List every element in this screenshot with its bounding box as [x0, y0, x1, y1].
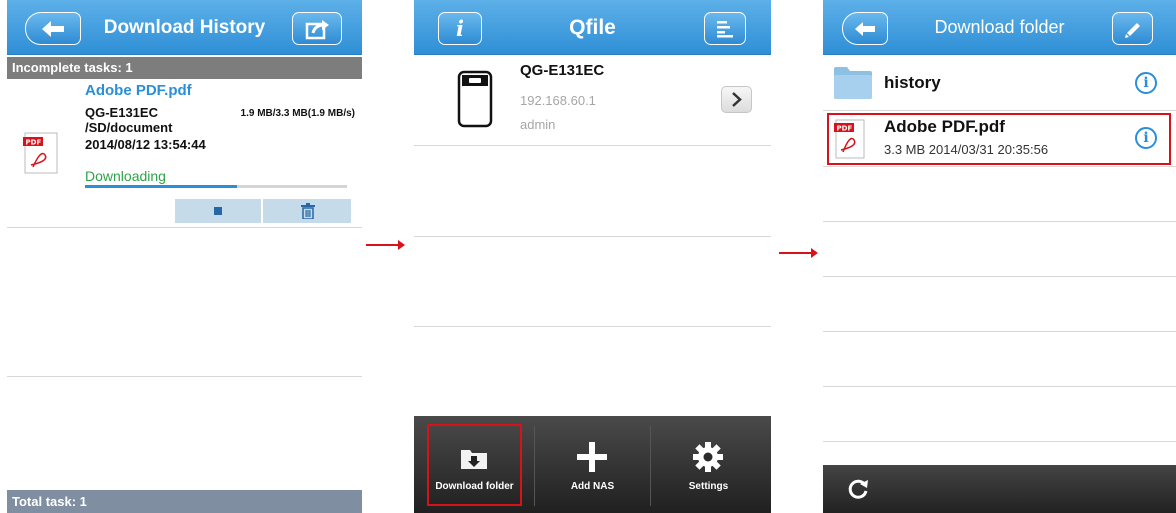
task-nas-name: QG-E131EC: [85, 105, 158, 120]
divider: [414, 236, 771, 237]
menu-button[interactable]: [704, 12, 746, 45]
tab-settings[interactable]: Settings: [650, 416, 767, 513]
bottom-toolbar: [823, 465, 1176, 513]
refresh-icon[interactable]: [846, 477, 870, 501]
total-tasks-footer: Total task: 1: [7, 490, 362, 513]
gear-icon: [693, 442, 723, 472]
qfile-home-screen: i Qfile QG-E131EC 192.168.60.1 admin Dow…: [414, 0, 771, 513]
task-size-progress: 1.9 MB/3.3 MB(1.9 MB/s): [240, 108, 355, 119]
divider: [7, 376, 362, 377]
download-history-screen: Download History Incomplete tasks: 1 PDF…: [7, 0, 362, 513]
download-progress-bar: [85, 185, 347, 188]
nav-bar: i Qfile: [414, 0, 771, 55]
edit-button[interactable]: [1112, 12, 1153, 45]
download-folder-screen: Download folder history i PDF Adobe PDF.…: [823, 0, 1176, 513]
pencil-icon: [1124, 23, 1140, 38]
nas-device-icon: [457, 70, 493, 128]
delete-button[interactable]: [265, 199, 351, 223]
trash-icon: [301, 203, 315, 220]
download-progress-fill: [85, 185, 237, 188]
nas-user: admin: [520, 117, 556, 132]
divider: [823, 441, 1176, 442]
pdf-file-icon: PDF: [23, 132, 58, 174]
flow-arrow: [779, 248, 818, 258]
divider: [823, 110, 1176, 111]
divider: [823, 386, 1176, 387]
list-item-folder[interactable]: history i: [823, 56, 1176, 110]
share-button[interactable]: [292, 12, 342, 45]
highlight-box: [827, 113, 1171, 165]
svg-text:PDF: PDF: [26, 139, 42, 147]
folder-icon: [834, 67, 872, 99]
divider: [414, 145, 771, 146]
task-action-bar: [175, 199, 351, 223]
highlight-box: [427, 424, 522, 506]
divider: [823, 166, 1176, 167]
list-menu-icon: [717, 21, 733, 38]
nas-name: QG-E131EC: [520, 62, 605, 79]
divider: [7, 227, 362, 228]
task-datetime: 2014/08/12 13:54:44: [85, 137, 206, 152]
task-status: Downloading: [85, 168, 166, 184]
divider: [823, 221, 1176, 222]
nas-ip: 192.168.60.1: [520, 93, 596, 108]
tab-add-nas[interactable]: Add NAS: [534, 416, 651, 513]
tab-label: Add NAS: [570, 481, 615, 492]
divider: [823, 331, 1176, 332]
folder-name: history: [884, 73, 941, 92]
tab-label: Settings: [688, 481, 729, 492]
task-path: /SD/document: [85, 120, 173, 135]
nav-bar: Download History: [7, 0, 362, 55]
task-file-name: Adobe PDF.pdf: [85, 82, 192, 99]
flow-arrow: [366, 240, 405, 250]
info-circle-icon[interactable]: i: [1135, 72, 1157, 94]
stop-button[interactable]: [175, 199, 263, 223]
plus-icon: [577, 442, 607, 472]
nas-detail-button[interactable]: [721, 86, 752, 113]
stop-icon: [214, 207, 222, 215]
chevron-right-icon: [732, 92, 742, 107]
divider: [414, 326, 771, 327]
share-icon: [305, 20, 329, 40]
incomplete-tasks-header: Incomplete tasks: 1: [7, 57, 362, 79]
nav-bar: Download folder: [823, 0, 1176, 55]
divider: [823, 276, 1176, 277]
